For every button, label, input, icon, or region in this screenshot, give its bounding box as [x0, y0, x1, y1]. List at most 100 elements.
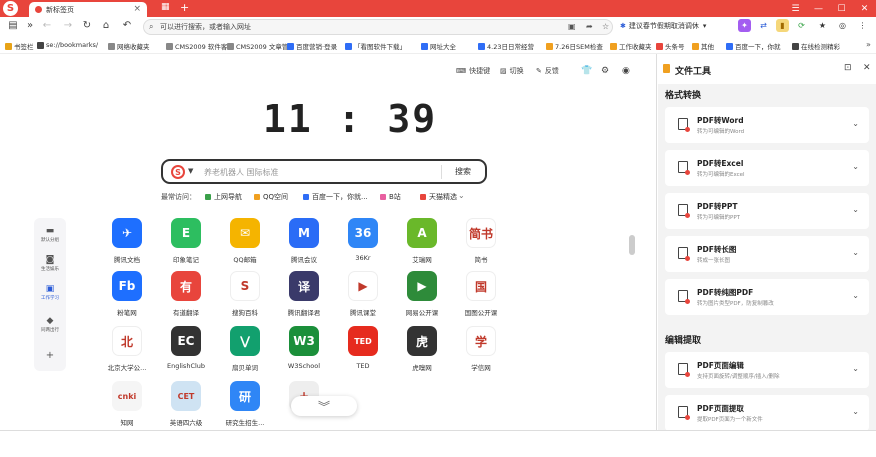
sidenav-item-work[interactable]: ▣ 工作学习 — [34, 284, 66, 301]
file-tool-card[interactable]: PDF转纯图PDF 转为图片类型PDF，防复制篡改 ⌄ — [665, 279, 869, 315]
close-icon[interactable]: ✕ — [853, 0, 876, 17]
bookmark-item[interactable]: 在线检测精彩 — [792, 41, 840, 51]
bookmark-item[interactable]: CMS2009 软件客 — [166, 41, 227, 51]
chevron-down-icon[interactable]: ⌄ — [852, 248, 859, 257]
app-tile[interactable]: Fb 粉笔网 — [104, 271, 150, 317]
app-tile[interactable]: TED TED — [340, 326, 386, 370]
dropdown-icon[interactable]: ▾ — [703, 22, 707, 30]
bookmark-item[interactable]: 4.23日日常经营 — [478, 41, 534, 51]
file-tool-card[interactable]: PDF转Excel 转为可编辑的Excel ⌄ — [665, 150, 869, 186]
double-chevron-icon[interactable]: » — [23, 20, 37, 31]
chevron-down-icon[interactable]: ⌄ — [852, 119, 859, 128]
app-tile[interactable]: 虎虎嗅网 — [399, 326, 445, 372]
bookmark-item[interactable]: 「看图软件下载」 — [345, 41, 406, 51]
favorites-star-icon[interactable]: ★ — [816, 19, 829, 32]
app-tile[interactable]: 简书 简书 — [458, 218, 504, 264]
bookmark-item[interactable]: 头条号 — [656, 41, 685, 51]
file-tool-card[interactable]: PDF转PPT 转为可编辑的PPT ⌄ — [665, 193, 869, 229]
app-tile[interactable]: 研研究生招生... — [222, 381, 268, 427]
forward-icon[interactable]: → — [61, 20, 75, 31]
maximize-icon[interactable]: ☐ — [830, 0, 853, 17]
sidenav-item-default[interactable]: ▬ 默认分组 — [34, 226, 66, 243]
file-tools-icon[interactable]: ▮ — [776, 19, 789, 32]
app-tile[interactable]: cnki 知网 — [104, 381, 150, 427]
app-tile[interactable]: ▶ 网易公开课 — [399, 271, 445, 317]
extension-purple-icon[interactable]: ✦ — [738, 19, 751, 32]
app-tile[interactable]: 36 36Kr — [340, 218, 386, 262]
app-tile[interactable]: M 腾讯会议 — [281, 218, 327, 264]
frequent-item[interactable]: 百度一下，你就... — [303, 192, 368, 202]
extensions-icon[interactable]: ◎ — [836, 19, 849, 32]
app-tile[interactable]: EC EnglishClub — [163, 326, 209, 370]
search-button[interactable]: 搜索 — [455, 166, 471, 177]
collapse-button[interactable]: ︾ — [291, 396, 357, 416]
bookmark-item[interactable]: 网络收藏夹 — [108, 41, 150, 51]
sidenav-item-life[interactable]: ◙ 生活娱乐 — [34, 255, 66, 272]
app-tile[interactable]: ▶ 腾讯课堂 — [340, 271, 386, 317]
file-tool-card[interactable]: PDF页面编辑 支持页面旋转/调整顺序/插入/删除 ⌄ — [665, 352, 869, 388]
scroll-handle[interactable] — [629, 235, 635, 255]
engine-dropdown-icon[interactable]: ▼ — [188, 167, 193, 175]
sidebar-toggle-icon[interactable]: ▤ — [6, 20, 20, 31]
tab-new-tab[interactable]: 新标签页 × — [29, 2, 147, 17]
home-icon[interactable]: ⌂ — [99, 20, 113, 31]
chevron-down-icon[interactable]: ⌄ — [852, 162, 859, 171]
translate-icon[interactable]: ⇄ — [757, 19, 770, 32]
app-tile[interactable]: 学学信网 — [458, 326, 504, 372]
chevron-down-icon[interactable]: ⌄ — [852, 407, 859, 416]
new-tab-button[interactable]: + — [180, 1, 189, 14]
app-tile[interactable]: 译腾讯翻译君 — [281, 271, 327, 317]
app-tile[interactable]: 北北京大学公... — [104, 326, 150, 372]
switch-tool[interactable]: ▨ 切换 — [500, 66, 524, 76]
search-box[interactable]: S ▼ 养老机器人 国际标准 搜索 — [161, 159, 487, 184]
news-hint[interactable]: ✱ 建议春节假期取消调休 ▾ — [620, 21, 706, 31]
app-tile[interactable]: W3 W3School — [281, 326, 327, 370]
bookmark-star-icon[interactable]: ☆ — [602, 22, 609, 31]
frequent-expand-icon[interactable]: ⌄ — [458, 191, 465, 200]
app-tile[interactable]: 有有道翻译 — [163, 271, 209, 317]
bookmark-item[interactable]: 百度营销·登录 — [287, 41, 337, 51]
frequent-item[interactable]: 上网导航 — [205, 192, 242, 202]
menu-icon[interactable]: ☰ — [784, 0, 807, 17]
bookmark-item[interactable]: CMS2009 文章管 — [227, 41, 288, 51]
file-tool-card[interactable]: PDF页面提取 提取PDF页面为一个新文件 ⌄ — [665, 395, 869, 431]
share-icon[interactable]: ➦ — [586, 22, 593, 31]
app-tile[interactable]: ✈ 腾讯文档 — [104, 218, 150, 264]
bookmark-item[interactable]: 其他 — [692, 41, 714, 51]
settings-gear-icon[interactable]: ⚙ — [601, 66, 609, 76]
panel-pin-icon[interactable]: ⊡ — [844, 63, 852, 73]
add-group-button[interactable]: + — [34, 350, 66, 361]
search-input[interactable]: 养老机器人 国际标准 — [204, 167, 279, 178]
app-tile[interactable]: A 艾瑞网 — [399, 218, 445, 264]
browser-logo-icon[interactable]: S — [3, 1, 18, 16]
refresh-icon[interactable]: ↻ — [80, 20, 94, 31]
bookmarks-overflow-icon[interactable]: » — [866, 40, 871, 49]
tab-grid-icon[interactable]: ▦ — [161, 2, 170, 12]
app-tile[interactable]: 国国图公开课 — [458, 271, 504, 317]
panel-close-icon[interactable]: ✕ — [863, 63, 871, 73]
bookmark-item[interactable]: 网址大全 — [421, 41, 456, 51]
bookmark-item[interactable]: 书签栏 — [5, 41, 34, 51]
sidenav-item-travel[interactable]: ◆ 同两出行 — [34, 316, 66, 333]
app-tile[interactable]: CET 英语四六级 — [163, 381, 209, 427]
bookmark-item[interactable]: 工作收藏夹 — [610, 41, 652, 51]
chevron-down-icon[interactable]: ⌄ — [852, 291, 859, 300]
eye-icon[interactable]: ◉ — [622, 66, 630, 76]
undo-icon[interactable]: ↶ — [120, 20, 134, 31]
screenshot-icon[interactable]: ▣ — [568, 22, 576, 31]
file-tool-card[interactable]: PDF转Word 转为可编辑的Word ⌄ — [665, 107, 869, 143]
frequent-item[interactable]: 天猫精选 — [420, 192, 457, 202]
app-tile[interactable]: ⋁ 扇贝单词 — [222, 326, 268, 372]
bookmark-item[interactable]: 百度一下，你就 — [726, 41, 781, 51]
chevron-down-icon[interactable]: ⌄ — [852, 205, 859, 214]
minimize-icon[interactable]: — — [807, 0, 830, 17]
app-tile[interactable]: S 搜狗百科 — [222, 271, 268, 317]
tab-close-icon[interactable]: × — [133, 4, 141, 14]
app-tile[interactable]: ✉ QQ邮箱 — [222, 218, 268, 264]
skin-icon[interactable]: 👕 — [581, 66, 592, 76]
bookmark-item[interactable]: 7.26日SEM检查 — [546, 41, 603, 51]
extension-green-icon[interactable]: ⟳ — [795, 19, 808, 32]
shortcut-tool[interactable]: ⌨ 快捷键 — [456, 66, 490, 76]
search-engine-logo-icon[interactable]: S — [171, 165, 185, 179]
more-menu-icon[interactable]: ⋮ — [856, 19, 869, 32]
